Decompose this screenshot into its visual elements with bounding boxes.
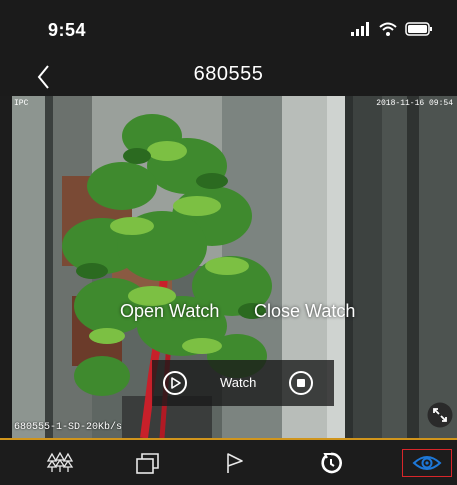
- close-watch-label[interactable]: Close Watch: [254, 301, 355, 322]
- watch-label: Watch: [220, 375, 257, 390]
- flag-icon: [227, 453, 243, 473]
- watch-control-panel: Watch: [152, 360, 334, 406]
- status-icons: [351, 22, 433, 36]
- eye-icon: [412, 456, 442, 470]
- play-icon[interactable]: [162, 370, 188, 396]
- live-video-view[interactable]: IPC 2018-11-16 09:54 Open Watch Close Wa…: [12, 96, 457, 438]
- trees-button[interactable]: [42, 448, 78, 478]
- camera-timestamp: 2018-11-16 09:54: [376, 99, 453, 108]
- battery-icon: [405, 22, 432, 36]
- stop-icon[interactable]: [288, 370, 314, 396]
- timer-button[interactable]: [313, 448, 349, 478]
- app-screen: 9:54 680555 IPC 2018-11-16 09:54 Open Wa…: [0, 0, 457, 485]
- eye-button[interactable]: [402, 449, 452, 477]
- trees-icon: [46, 451, 74, 472]
- page-title: 680555: [193, 63, 264, 85]
- flag-button[interactable]: [217, 448, 253, 478]
- status-time: 9:54: [48, 20, 87, 40]
- timer-icon: [321, 452, 342, 474]
- stream-info: 680555-1-SD-20Kb/s: [14, 422, 123, 433]
- multi-window-icon: [136, 453, 159, 474]
- bottom-toolbar: [0, 440, 457, 485]
- camera-label: IPC: [14, 99, 29, 108]
- fullscreen-icon[interactable]: [427, 402, 453, 428]
- open-watch-label[interactable]: Open Watch: [120, 301, 219, 322]
- navigation-bar: 680555: [0, 58, 457, 96]
- status-bar: 9:54: [0, 0, 457, 58]
- multi-window-button[interactable]: [130, 448, 166, 478]
- cellular-signal-icon: [351, 22, 369, 36]
- wifi-icon: [379, 22, 397, 36]
